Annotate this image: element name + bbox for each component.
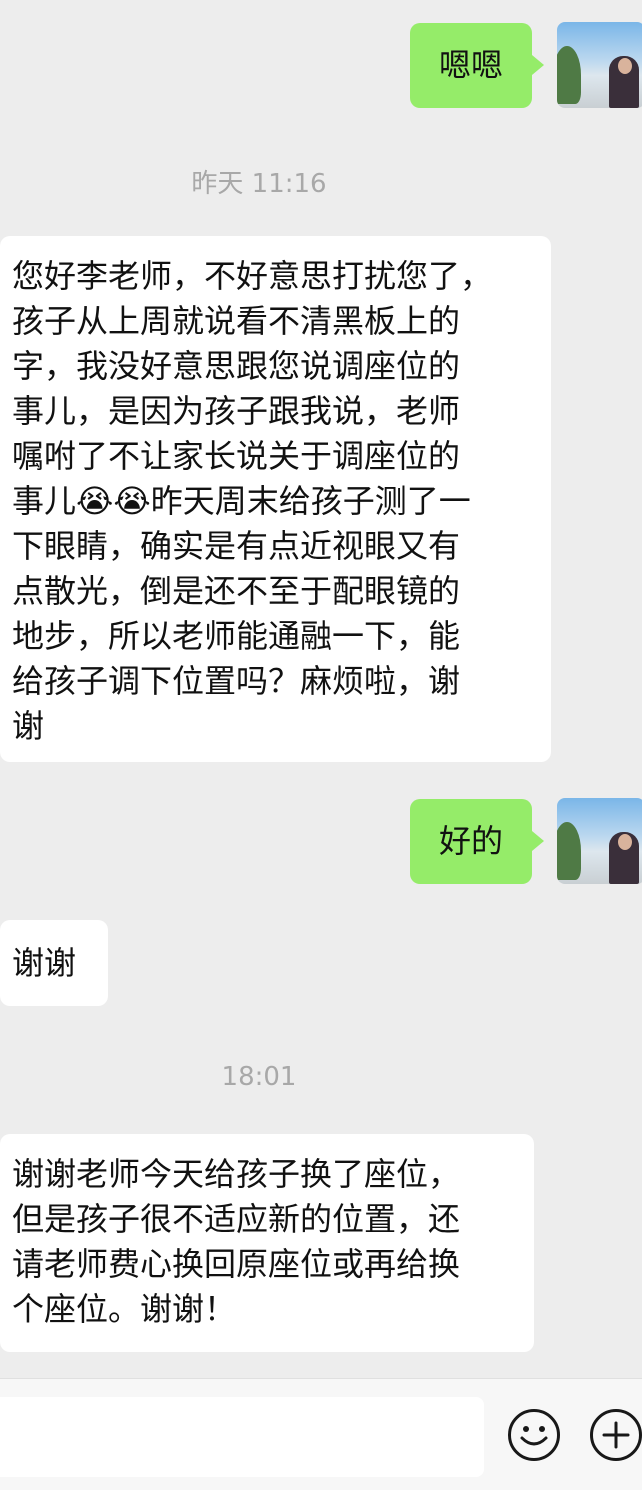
smiley-face-icon[interactable]: [508, 1409, 560, 1461]
avatar[interactable]: [557, 22, 642, 108]
avatar[interactable]: [557, 798, 642, 884]
message-bubble-self[interactable]: 嗯嗯: [410, 23, 532, 108]
input-bar: [0, 1378, 642, 1490]
message-bubble-other[interactable]: 您好李老师，不好意思打扰您了， 孩子从上周就说看不清黑板上的 字，我没好意思跟您…: [0, 236, 551, 762]
message-bubble-self[interactable]: 好的: [410, 799, 532, 884]
bubble-tail: [532, 831, 544, 851]
message-bubble-other[interactable]: 谢谢: [0, 920, 108, 1006]
timestamp: 18:01: [221, 1062, 297, 1092]
timestamp: 昨天 11:16: [191, 169, 327, 199]
message-bubble-other[interactable]: 谢谢老师今天给孩子换了座位， 但是孩子很不适应新的位置，还 请老师费心换回原座位…: [0, 1134, 534, 1352]
bubble-tail: [532, 55, 544, 75]
message-input[interactable]: [0, 1397, 484, 1477]
plus-circle-icon[interactable]: [590, 1409, 642, 1461]
